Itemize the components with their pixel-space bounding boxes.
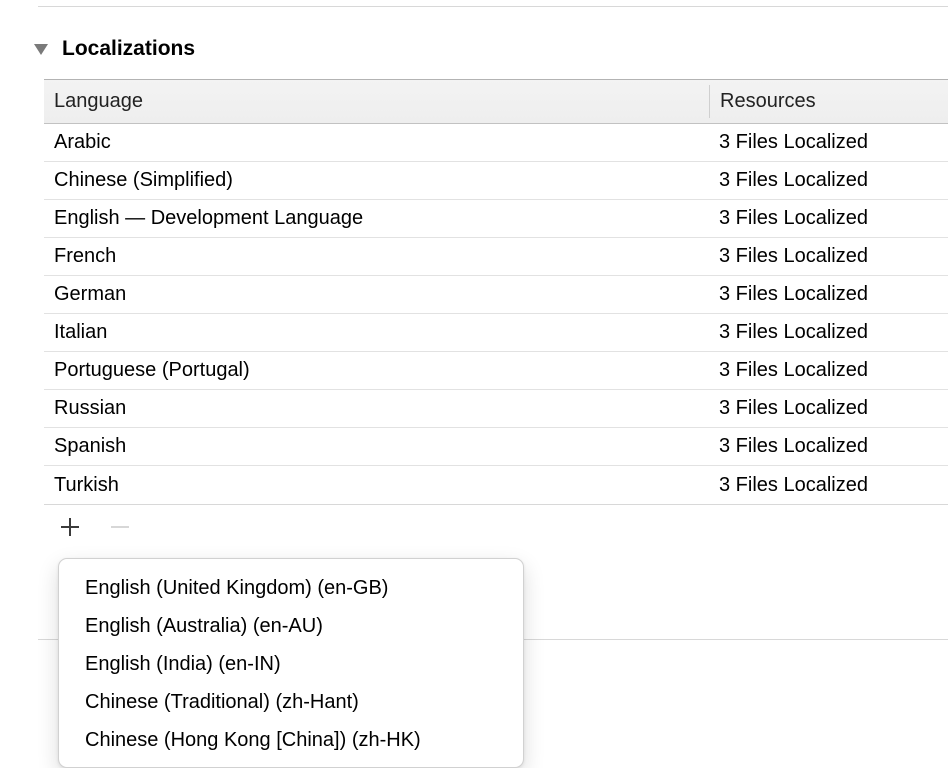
table-header: Language Resources bbox=[44, 80, 948, 124]
localizations-table: Language Resources Arabic3 Files Localiz… bbox=[44, 79, 948, 505]
remove-localization-button[interactable] bbox=[108, 515, 132, 539]
cell-language: Italian bbox=[44, 321, 709, 344]
plus-icon bbox=[61, 518, 79, 536]
table-row[interactable]: Russian3 Files Localized bbox=[44, 390, 948, 428]
cell-resources: 3 Files Localized bbox=[709, 474, 948, 497]
section-title: Localizations bbox=[62, 37, 195, 61]
cell-language: German bbox=[44, 283, 709, 306]
cell-language: Spanish bbox=[44, 435, 709, 458]
popup-item[interactable]: English (United Kingdom) (en-GB) bbox=[59, 569, 523, 607]
add-localization-popup: English (United Kingdom) (en-GB)English … bbox=[58, 558, 524, 768]
table-row[interactable]: Spanish3 Files Localized bbox=[44, 428, 948, 466]
table-body: Arabic3 Files LocalizedChinese (Simplifi… bbox=[44, 124, 948, 504]
table-row[interactable]: French3 Files Localized bbox=[44, 238, 948, 276]
cell-language: Chinese (Simplified) bbox=[44, 169, 709, 192]
minus-icon bbox=[111, 526, 129, 528]
cell-language: Arabic bbox=[44, 131, 709, 154]
table-row[interactable]: English — Development Language3 Files Lo… bbox=[44, 200, 948, 238]
cell-resources: 3 Files Localized bbox=[709, 435, 948, 458]
table-row[interactable]: Italian3 Files Localized bbox=[44, 314, 948, 352]
cell-resources: 3 Files Localized bbox=[709, 131, 948, 154]
popup-item[interactable]: Chinese (Traditional) (zh-Hant) bbox=[59, 683, 523, 721]
cell-resources: 3 Files Localized bbox=[709, 283, 948, 306]
popup-item[interactable]: English (India) (en-IN) bbox=[59, 645, 523, 683]
disclosure-triangle-icon[interactable] bbox=[34, 44, 48, 55]
cell-language: Russian bbox=[44, 397, 709, 420]
table-row[interactable]: Turkish3 Files Localized bbox=[44, 466, 948, 504]
cell-resources: 3 Files Localized bbox=[709, 359, 948, 382]
cell-language: Portuguese (Portugal) bbox=[44, 359, 709, 382]
cell-language: English — Development Language bbox=[44, 207, 709, 230]
column-header-language[interactable]: Language bbox=[44, 90, 709, 113]
column-header-resources[interactable]: Resources bbox=[710, 90, 948, 113]
section-header[interactable]: Localizations bbox=[0, 7, 948, 79]
cell-resources: 3 Files Localized bbox=[709, 321, 948, 344]
popup-item[interactable]: Chinese (Hong Kong [China]) (zh-HK) bbox=[59, 721, 523, 759]
table-row[interactable]: Chinese (Simplified)3 Files Localized bbox=[44, 162, 948, 200]
popup-item[interactable]: English (Australia) (en-AU) bbox=[59, 607, 523, 645]
add-localization-button[interactable] bbox=[58, 515, 82, 539]
cell-resources: 3 Files Localized bbox=[709, 245, 948, 268]
cell-resources: 3 Files Localized bbox=[709, 207, 948, 230]
cell-resources: 3 Files Localized bbox=[709, 397, 948, 420]
table-row[interactable]: German3 Files Localized bbox=[44, 276, 948, 314]
table-row[interactable]: Arabic3 Files Localized bbox=[44, 124, 948, 162]
table-toolbar bbox=[0, 505, 948, 541]
cell-language: French bbox=[44, 245, 709, 268]
cell-resources: 3 Files Localized bbox=[709, 169, 948, 192]
cell-language: Turkish bbox=[44, 474, 709, 497]
table-row[interactable]: Portuguese (Portugal)3 Files Localized bbox=[44, 352, 948, 390]
